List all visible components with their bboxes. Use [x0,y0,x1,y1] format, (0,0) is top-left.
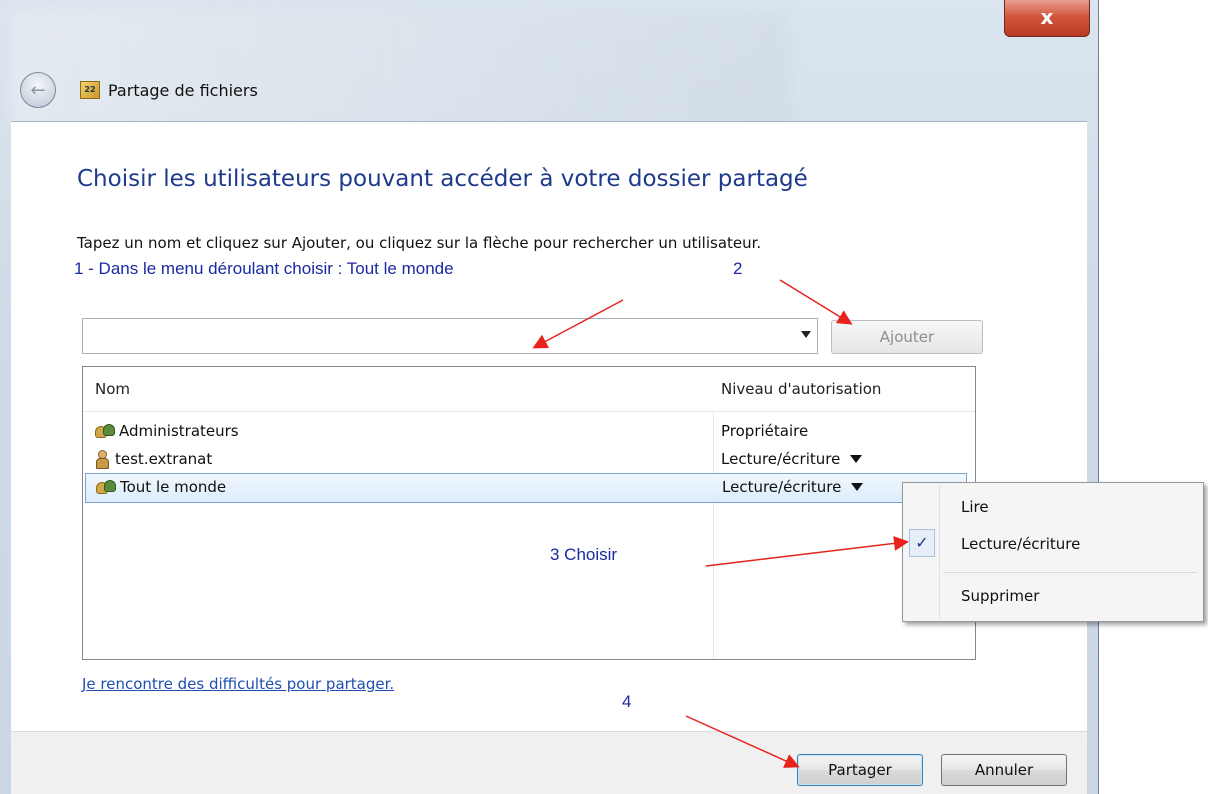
arrow-step-4 [685,715,800,768]
arrow-step-3 [705,535,909,567]
arrow-step-1 [532,299,624,349]
arrow-step-2 [779,279,853,325]
annotation-arrows [532,279,909,768]
